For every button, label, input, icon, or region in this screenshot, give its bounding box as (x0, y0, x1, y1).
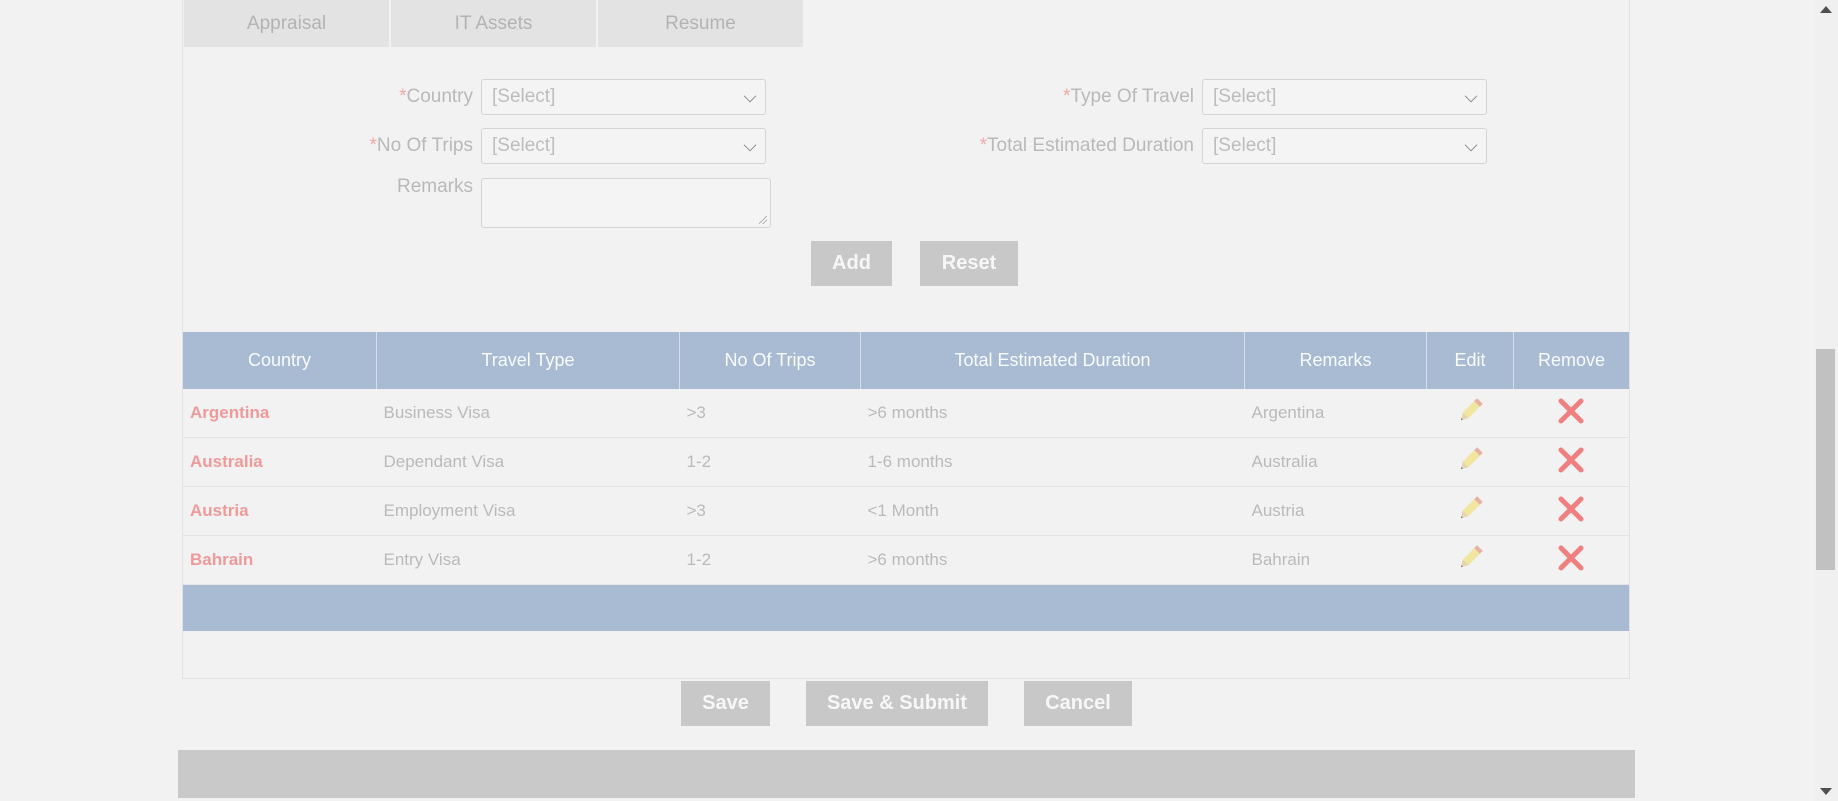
column-header-edit: Edit (1426, 332, 1514, 389)
pencil-icon[interactable] (1455, 494, 1485, 524)
reset-button[interactable]: Reset (920, 241, 1018, 286)
remove-cell (1513, 535, 1629, 585)
footer-bar (178, 750, 1635, 798)
column-header-remove: Remove (1513, 332, 1629, 389)
country-select[interactable]: [Select] (481, 79, 766, 115)
pencil-icon[interactable] (1455, 543, 1485, 573)
row-country[interactable]: Bahrain (183, 535, 377, 585)
country-label: *Country (399, 86, 473, 107)
row-travel-type: Employment Visa (376, 486, 680, 536)
row-remarks: Argentina (1244, 389, 1427, 438)
row-trips: 1-2 (679, 535, 861, 585)
row-duration: <1 Month (860, 486, 1245, 536)
pencil-icon[interactable] (1455, 445, 1485, 475)
row-remarks: Austria (1244, 486, 1427, 536)
table-row: Bahrain Entry Visa 1-2 >6 months Bahrain (183, 535, 1629, 585)
cancel-button[interactable]: Cancel (1024, 681, 1132, 726)
trips-select[interactable]: [Select] (481, 128, 766, 164)
required-mark: * (369, 135, 377, 156)
trips-label: *No Of Trips (369, 135, 473, 156)
row-trips: >3 (679, 486, 861, 536)
duration-select[interactable]: [Select] (1202, 128, 1487, 164)
remove-cell (1513, 389, 1629, 438)
row-country[interactable]: Australia (183, 437, 377, 487)
chevron-down-icon (1464, 89, 1478, 103)
table-footer-bar (183, 585, 1629, 631)
row-remarks: Australia (1244, 437, 1427, 487)
row-remarks: Bahrain (1244, 535, 1427, 585)
row-country[interactable]: Austria (183, 486, 377, 536)
row-country[interactable]: Argentina (183, 389, 377, 438)
remove-cell (1513, 437, 1629, 487)
remarks-label: Remarks (396, 176, 473, 197)
row-duration: 1-6 months (860, 437, 1245, 487)
save-submit-button[interactable]: Save & Submit (806, 681, 988, 726)
column-header-duration[interactable]: Total Estimated Duration (860, 332, 1245, 389)
column-header-trips[interactable]: No Of Trips (679, 332, 861, 389)
save-button[interactable]: Save (681, 681, 770, 726)
table-header-row: Country Travel Type No Of Trips Total Es… (183, 332, 1629, 389)
edit-cell (1426, 535, 1514, 585)
scroll-up-arrow-icon[interactable] (1820, 6, 1832, 13)
column-header-country[interactable]: Country (183, 332, 377, 389)
scroll-down-arrow-icon[interactable] (1820, 788, 1832, 795)
required-mark: * (979, 135, 987, 156)
travel-table: Country Travel Type No Of Trips Total Es… (183, 332, 1629, 585)
chevron-down-icon (1464, 138, 1478, 152)
column-header-travel-type[interactable]: Travel Type (376, 332, 680, 389)
duration-label: *Total Estimated Duration (979, 135, 1194, 156)
row-duration: >6 months (860, 535, 1245, 585)
travel-type-label: *Type Of Travel (1063, 86, 1194, 107)
close-icon[interactable] (1557, 397, 1585, 425)
travel-type-select[interactable]: [Select] (1202, 79, 1487, 115)
pencil-icon[interactable] (1455, 396, 1485, 426)
chevron-down-icon (743, 89, 757, 103)
remarks-textarea[interactable] (481, 178, 771, 228)
row-duration: >6 months (860, 389, 1245, 438)
close-icon[interactable] (1557, 446, 1585, 474)
row-travel-type: Entry Visa (376, 535, 680, 585)
tab-it-assets[interactable]: IT Assets (391, 0, 596, 47)
table-row: Argentina Business Visa >3 >6 months Arg… (183, 389, 1629, 438)
tab-strip: Appraisal IT Assets Resume (184, 0, 805, 47)
resize-handle-icon[interactable] (759, 216, 767, 224)
column-header-remarks[interactable]: Remarks (1244, 332, 1427, 389)
remove-cell (1513, 486, 1629, 536)
chevron-down-icon (743, 138, 757, 152)
close-icon[interactable] (1557, 495, 1585, 523)
row-travel-type: Dependant Visa (376, 437, 680, 487)
table-row: Austria Employment Visa >3 <1 Month Aust… (183, 486, 1629, 536)
close-icon[interactable] (1557, 544, 1585, 572)
row-travel-type: Business Visa (376, 389, 680, 438)
row-trips: >3 (679, 389, 861, 438)
edit-cell (1426, 389, 1514, 438)
edit-cell (1426, 437, 1514, 487)
tab-appraisal[interactable]: Appraisal (184, 0, 389, 47)
add-button[interactable]: Add (811, 241, 892, 286)
edit-cell (1426, 486, 1514, 536)
row-trips: 1-2 (679, 437, 861, 487)
scrollbar-thumb[interactable] (1816, 349, 1835, 570)
tab-resume[interactable]: Resume (598, 0, 803, 47)
table-row: Australia Dependant Visa 1-2 1-6 months … (183, 437, 1629, 487)
